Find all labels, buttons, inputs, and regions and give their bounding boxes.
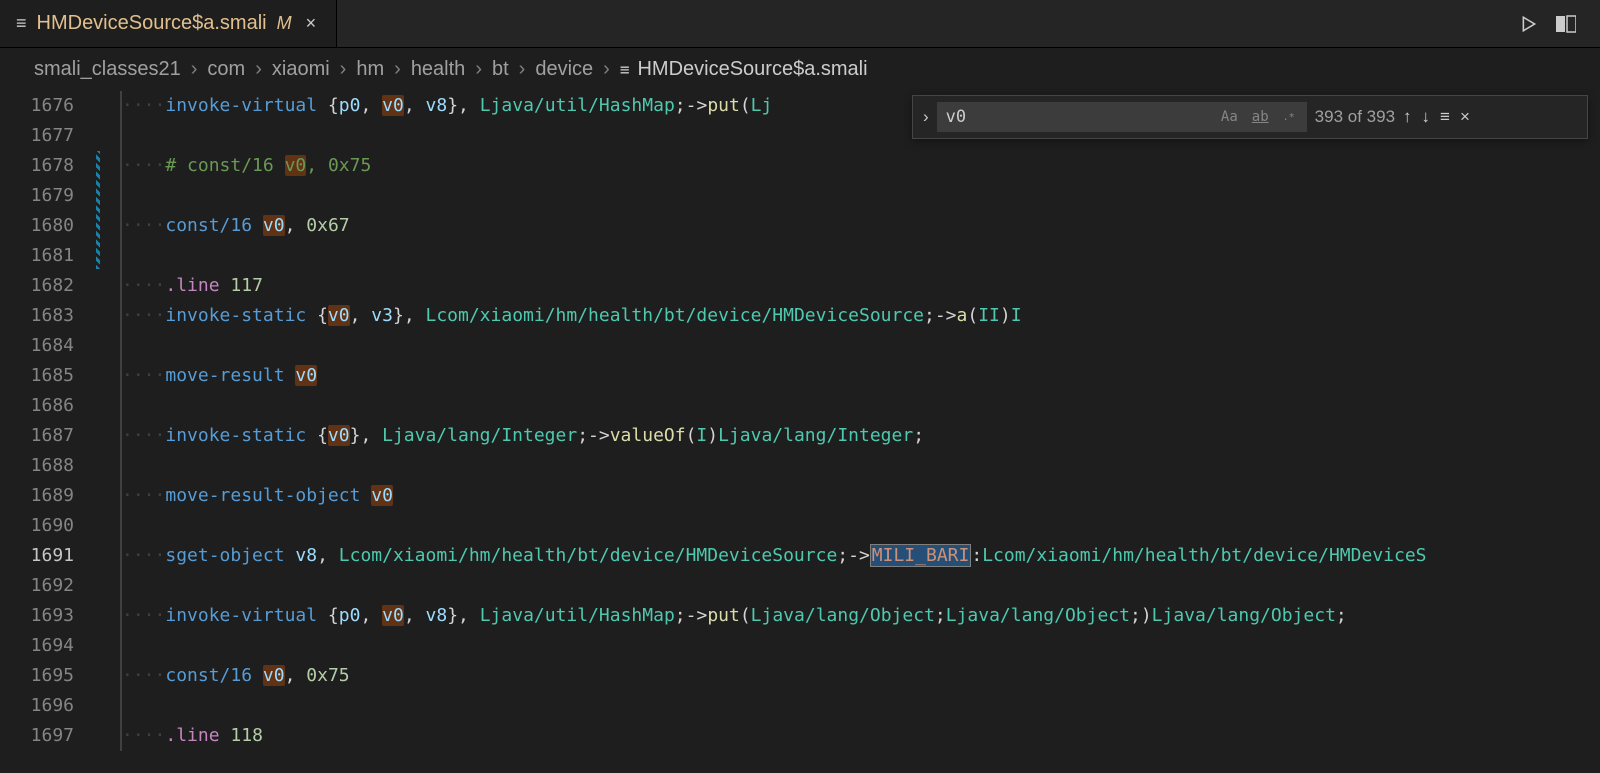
code-line[interactable] — [120, 241, 1600, 271]
find-prev-button[interactable]: ↑ — [1403, 107, 1412, 127]
line-number: 1676 — [0, 91, 74, 121]
breadcrumb-segment[interactable]: health — [411, 58, 466, 81]
line-number: 1695 — [0, 661, 74, 691]
breadcrumb-separator: › — [255, 58, 262, 81]
breadcrumb-segment[interactable]: hm — [356, 58, 384, 81]
file-icon: ≡ — [620, 60, 630, 79]
find-next-button[interactable]: ↓ — [1422, 107, 1431, 127]
code-line[interactable] — [120, 571, 1600, 601]
code-line[interactable]: const/16 v0, 0x75 — [120, 661, 1600, 691]
line-number: 1680 — [0, 211, 74, 241]
find-selection-toggle[interactable]: ≡ — [1440, 107, 1450, 127]
line-number: 1679 — [0, 181, 74, 211]
line-number: 1691 — [0, 541, 74, 571]
find-query-text: v0 — [946, 107, 966, 127]
whole-word-toggle[interactable]: ab — [1249, 108, 1272, 126]
line-number: 1683 — [0, 301, 74, 331]
breadcrumb-segment[interactable]: smali_classes21 — [34, 58, 181, 81]
line-number-gutter: 1676167716781679168016811682168316841685… — [0, 91, 96, 772]
line-number: 1689 — [0, 481, 74, 511]
breadcrumb-separator: › — [519, 58, 526, 81]
code-line[interactable] — [120, 451, 1600, 481]
code-line[interactable]: invoke-static {v0, v3}, Lcom/xiaomi/hm/h… — [120, 301, 1600, 331]
code-content[interactable]: invoke-virtual {p0, v0, v8}, Ljava/util/… — [96, 91, 1600, 772]
tab-filename: HMDeviceSource$a.smali — [37, 12, 267, 35]
code-line[interactable] — [120, 691, 1600, 721]
breadcrumb-separator: › — [394, 58, 401, 81]
line-number: 1694 — [0, 631, 74, 661]
line-number: 1688 — [0, 451, 74, 481]
code-line[interactable]: move-result v0 — [120, 361, 1600, 391]
line-number: 1686 — [0, 391, 74, 421]
editor-tab[interactable]: ≡ HMDeviceSource$a.smali M × — [0, 0, 337, 47]
code-line[interactable]: .line 117 — [120, 271, 1600, 301]
code-line[interactable] — [120, 181, 1600, 211]
regex-toggle[interactable]: .* — [1280, 111, 1298, 124]
line-number: 1682 — [0, 271, 74, 301]
modified-badge: M — [277, 13, 292, 34]
match-case-toggle[interactable]: Aa — [1218, 108, 1241, 126]
find-input[interactable]: v0 Aa ab .* — [937, 102, 1307, 132]
line-number: 1684 — [0, 331, 74, 361]
breadcrumb-segment[interactable]: bt — [492, 58, 509, 81]
breadcrumb-separator: › — [340, 58, 347, 81]
line-number: 1697 — [0, 721, 74, 751]
breadcrumb-segment[interactable]: device — [535, 58, 593, 81]
breadcrumb-segment[interactable]: xiaomi — [272, 58, 330, 81]
code-line[interactable] — [120, 391, 1600, 421]
line-number: 1687 — [0, 421, 74, 451]
code-line[interactable]: move-result-object v0 — [120, 481, 1600, 511]
code-line[interactable]: invoke-virtual {p0, v0, v8}, Ljava/util/… — [120, 601, 1600, 631]
code-line[interactable]: invoke-static {v0}, Ljava/lang/Integer;-… — [120, 421, 1600, 451]
breadcrumb-segment[interactable]: com — [207, 58, 245, 81]
tab-actions — [1520, 15, 1600, 33]
editor-area: › v0 Aa ab .* 393 of 393 ↑ ↓ ≡ × 1676167… — [0, 91, 1600, 772]
find-expand-toggle[interactable]: › — [923, 107, 929, 127]
breadcrumb[interactable]: smali_classes21 › com › xiaomi › hm › he… — [0, 48, 1600, 91]
breadcrumb-separator: › — [603, 58, 610, 81]
line-number: 1693 — [0, 601, 74, 631]
file-icon: ≡ — [16, 13, 27, 34]
code-line[interactable] — [120, 511, 1600, 541]
find-match-count: 393 of 393 — [1315, 107, 1395, 127]
run-icon[interactable] — [1520, 15, 1538, 33]
code-line[interactable] — [120, 631, 1600, 661]
breadcrumb-separator: › — [475, 58, 482, 81]
line-number: 1681 — [0, 241, 74, 271]
split-icon[interactable] — [1556, 15, 1576, 33]
code-line[interactable]: const/16 v0, 0x67 — [120, 211, 1600, 241]
tab-bar: ≡ HMDeviceSource$a.smali M × — [0, 0, 1600, 48]
breadcrumb-file[interactable]: HMDeviceSource$a.smali — [637, 58, 867, 81]
line-number: 1690 — [0, 511, 74, 541]
find-widget: › v0 Aa ab .* 393 of 393 ↑ ↓ ≡ × — [912, 95, 1588, 139]
line-number: 1692 — [0, 571, 74, 601]
code-line[interactable]: # const/16 v0, 0x75 — [120, 151, 1600, 181]
find-close-button[interactable]: × — [1460, 107, 1470, 127]
code-line[interactable] — [120, 331, 1600, 361]
line-number: 1678 — [0, 151, 74, 181]
code-line[interactable]: sget-object v8, Lcom/xiaomi/hm/health/bt… — [120, 541, 1600, 571]
line-number: 1677 — [0, 121, 74, 151]
code-line[interactable]: .line 118 — [120, 721, 1600, 751]
line-number: 1696 — [0, 691, 74, 721]
close-tab-button[interactable]: × — [302, 13, 321, 34]
breadcrumb-separator: › — [191, 58, 198, 81]
line-number: 1685 — [0, 361, 74, 391]
